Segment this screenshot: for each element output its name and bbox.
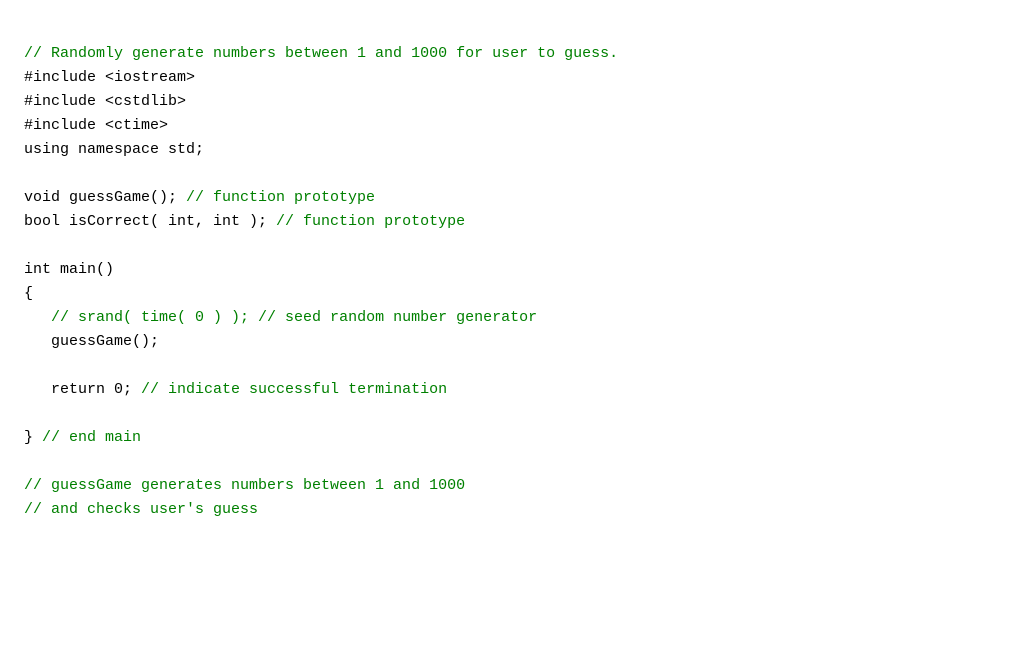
code-viewer: // Randomly generate numbers between 1 a… — [0, 0, 1024, 645]
code-line: bool isCorrect( int, int ); // function … — [24, 210, 1000, 234]
code-line: } // end main — [24, 426, 1000, 450]
code-line: // and checks user's guess — [24, 498, 1000, 522]
code-line — [24, 162, 1000, 186]
code-line — [24, 234, 1000, 258]
code-line: void guessGame(); // function prototype — [24, 186, 1000, 210]
code-line: { — [24, 282, 1000, 306]
code-line: #include <iostream> — [24, 66, 1000, 90]
code-line: int main() — [24, 258, 1000, 282]
code-line: // srand( time( 0 ) ); // seed random nu… — [24, 306, 1000, 330]
code-line: using namespace std; — [24, 138, 1000, 162]
code-line — [24, 450, 1000, 474]
code-line: // Randomly generate numbers between 1 a… — [24, 42, 1000, 66]
code-line: #include <cstdlib> — [24, 90, 1000, 114]
code-line — [24, 402, 1000, 426]
code-line: #include <ctime> — [24, 114, 1000, 138]
code-line: // guessGame generates numbers between 1… — [24, 474, 1000, 498]
code-line: guessGame(); — [24, 330, 1000, 354]
code-line — [24, 354, 1000, 378]
code-line: return 0; // indicate successful termina… — [24, 378, 1000, 402]
